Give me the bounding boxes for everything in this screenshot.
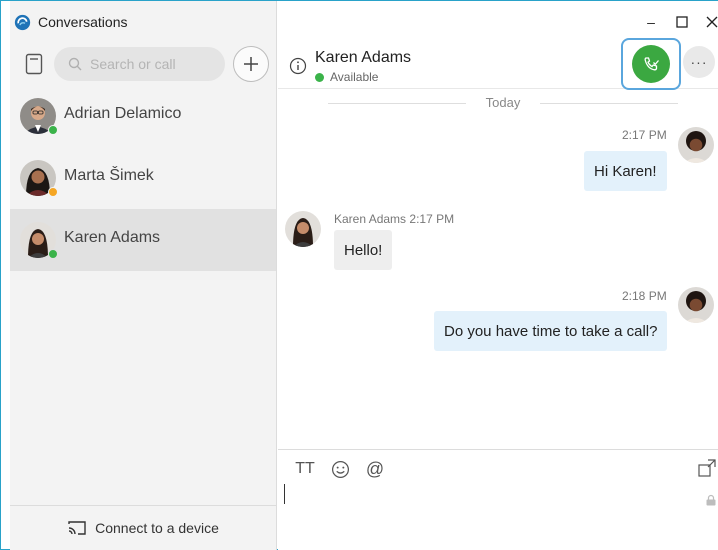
new-conversation-button[interactable] xyxy=(233,46,269,82)
minimize-button[interactable]: – xyxy=(641,13,661,31)
message-text: Hello! xyxy=(344,241,383,259)
search-input[interactable] xyxy=(90,56,210,72)
message-composer: TT @ xyxy=(278,449,718,550)
sidebar: Conversations Search or call Adrian Dela… xyxy=(10,1,277,550)
more-options-button[interactable]: ··· xyxy=(683,46,715,78)
emoji-button[interactable] xyxy=(329,458,351,480)
message-sender: Karen Adams xyxy=(334,212,407,226)
incoming-message-bubble[interactable]: Hello! xyxy=(334,230,393,270)
outgoing-message-bubble[interactable]: Do you have time to take a call? xyxy=(434,311,668,351)
message-text: Do you have time to take a call? xyxy=(444,322,658,340)
karen-avatar xyxy=(285,211,321,247)
presence-available-badge xyxy=(48,125,58,135)
message-input[interactable] xyxy=(284,484,285,504)
format-icon: TT xyxy=(295,460,315,477)
contacts-book-icon[interactable] xyxy=(24,53,44,75)
my-avatar xyxy=(678,127,714,163)
app-logo-icon xyxy=(14,14,31,30)
my-avatar xyxy=(678,287,714,323)
connect-label: Connect to a device xyxy=(95,520,219,536)
avatar xyxy=(20,98,58,135)
chat-pane: – Karen Adams Available ··· Today 2:17 P… xyxy=(278,1,718,550)
cast-icon xyxy=(68,521,86,535)
chat-header: Karen Adams Available ··· xyxy=(278,37,718,90)
presence-away-badge xyxy=(48,187,58,197)
call-button-focus-ring xyxy=(621,38,681,90)
search-icon xyxy=(68,57,82,71)
text-format-button[interactable]: TT xyxy=(294,458,316,480)
conversation-name: Marta Šimek xyxy=(64,167,154,184)
search-field[interactable] xyxy=(54,47,225,81)
divider xyxy=(540,103,678,104)
mention-button[interactable]: @ xyxy=(364,458,386,480)
status-dot xyxy=(315,72,324,82)
conversation-name: Karen Adams xyxy=(64,229,161,246)
app-title: Conversations xyxy=(38,14,128,30)
maximize-button[interactable] xyxy=(672,13,692,31)
conversation-item-karen[interactable]: Karen Adams xyxy=(10,209,276,271)
close-icon xyxy=(706,16,718,28)
app-title-bar: Conversations xyxy=(14,11,128,33)
message-time: 2:17 PM xyxy=(409,212,455,226)
app-window: Conversations Search or call Adrian Dela… xyxy=(0,0,718,550)
contact-name: Karen Adams xyxy=(315,49,412,66)
presence-available-badge xyxy=(48,249,58,259)
status-text: Available xyxy=(330,70,379,84)
emoji-icon xyxy=(331,460,349,478)
call-button[interactable] xyxy=(632,45,670,83)
date-label: Today xyxy=(485,95,521,110)
sidebar-toolbar xyxy=(10,45,277,83)
close-button[interactable] xyxy=(702,13,718,31)
info-icon[interactable] xyxy=(289,57,307,75)
expand-composer-icon[interactable] xyxy=(697,458,717,478)
message-time: 2:17 PM xyxy=(622,128,667,142)
conversation-item-marta[interactable]: Marta Šimek xyxy=(10,147,276,209)
maximize-icon xyxy=(676,16,688,28)
plus-icon xyxy=(244,57,258,71)
date-separator: Today xyxy=(328,95,678,111)
message-sender-time: Karen Adams 2:17 PM xyxy=(334,212,454,226)
lock-icon xyxy=(706,494,716,506)
conversation-name: Adrian Delamico xyxy=(64,105,182,122)
connect-to-device-button[interactable]: Connect to a device xyxy=(10,505,276,550)
message-time: 2:18 PM xyxy=(622,289,667,303)
phone-icon xyxy=(644,57,659,71)
conversation-item-adrian[interactable]: Adrian Delamico xyxy=(10,85,276,147)
avatar xyxy=(20,222,58,259)
conversation-list: Adrian Delamico Marta Šimek Karen Adams xyxy=(10,85,276,271)
outgoing-message-bubble[interactable]: Hi Karen! xyxy=(584,151,667,191)
contact-status: Available xyxy=(315,70,378,84)
message-text: Hi Karen! xyxy=(594,162,657,180)
avatar xyxy=(20,160,58,197)
divider xyxy=(328,103,466,104)
